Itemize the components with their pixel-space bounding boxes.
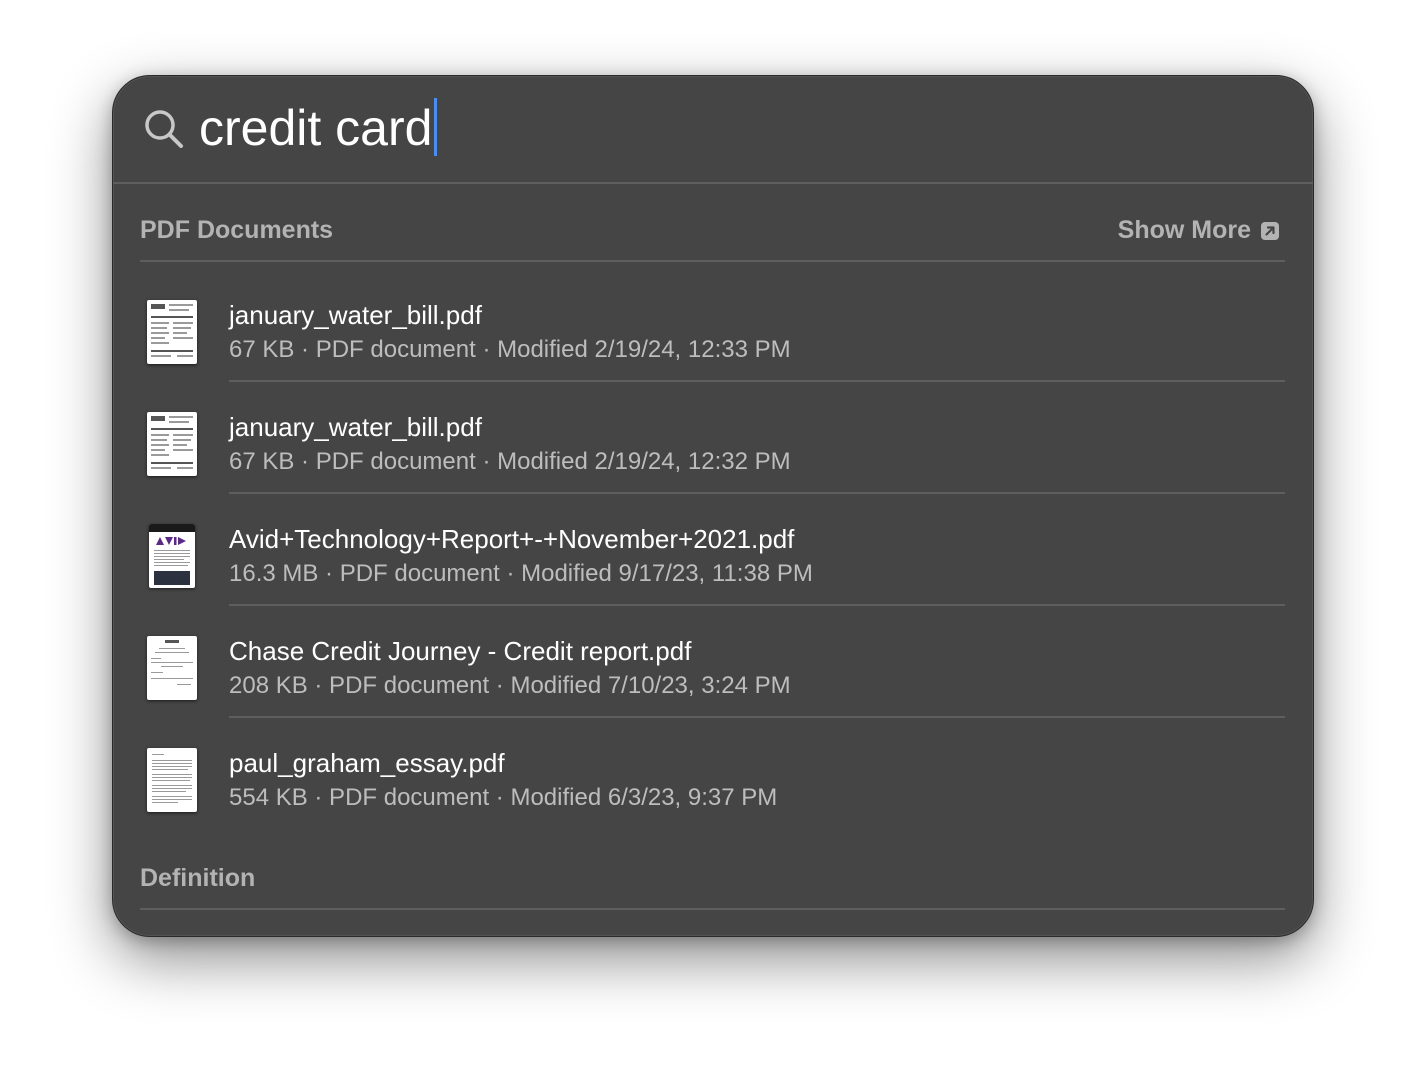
- result-row[interactable]: Avid+Technology+Report+-+November+2021.p…: [113, 494, 1313, 606]
- result-meta: 554 KB · PDF document · Modified 6/3/23,…: [229, 784, 778, 811]
- result-row[interactable]: january_water_bill.pdf 67 KB · PDF docum…: [113, 382, 1313, 494]
- water-bill-thumbnail-icon: [147, 300, 197, 364]
- result-meta: 67 KB · PDF document · Modified 2/19/24,…: [229, 448, 791, 475]
- avid-report-thumbnail-icon: [149, 524, 195, 588]
- result-name: Chase Credit Journey - Credit report.pdf: [229, 636, 692, 666]
- result-meta: 16.3 MB · PDF document · Modified 9/17/2…: [229, 560, 813, 587]
- spotlight-panel: credit card PDF Documents Show More janu…: [112, 75, 1314, 937]
- result-row[interactable]: january_water_bill.pdf 67 KB · PDF docum…: [113, 270, 1313, 382]
- result-name: january_water_bill.pdf: [229, 300, 482, 330]
- search-input[interactable]: credit card: [199, 96, 432, 160]
- result-row[interactable]: Chase Credit Journey - Credit report.pdf…: [113, 606, 1313, 718]
- show-more-label: Show More: [1117, 216, 1251, 244]
- text-caret: [434, 98, 437, 156]
- essay-thumbnail-icon: [147, 748, 197, 812]
- result-name: Avid+Technology+Report+-+November+2021.p…: [229, 524, 795, 554]
- result-meta: 208 KB · PDF document · Modified 7/10/23…: [229, 672, 791, 699]
- section-title: Definition: [140, 864, 256, 892]
- search-bar[interactable]: credit card: [113, 76, 1313, 184]
- result-name: january_water_bill.pdf: [229, 412, 482, 442]
- definition-section-header: Definition: [140, 856, 1285, 910]
- result-name: paul_graham_essay.pdf: [229, 748, 505, 778]
- open-external-icon: [1261, 221, 1279, 240]
- result-row[interactable]: paul_graham_essay.pdf 554 KB · PDF docum…: [113, 718, 1313, 830]
- search-icon: [145, 110, 183, 148]
- pdf-section-header: PDF Documents Show More: [140, 208, 1285, 262]
- result-meta: 67 KB · PDF document · Modified 2/19/24,…: [229, 336, 791, 363]
- credit-report-thumbnail-icon: [147, 636, 197, 700]
- show-more-button[interactable]: Show More: [1118, 216, 1279, 245]
- section-title: PDF Documents: [140, 216, 334, 244]
- water-bill-thumbnail-icon: [147, 412, 197, 476]
